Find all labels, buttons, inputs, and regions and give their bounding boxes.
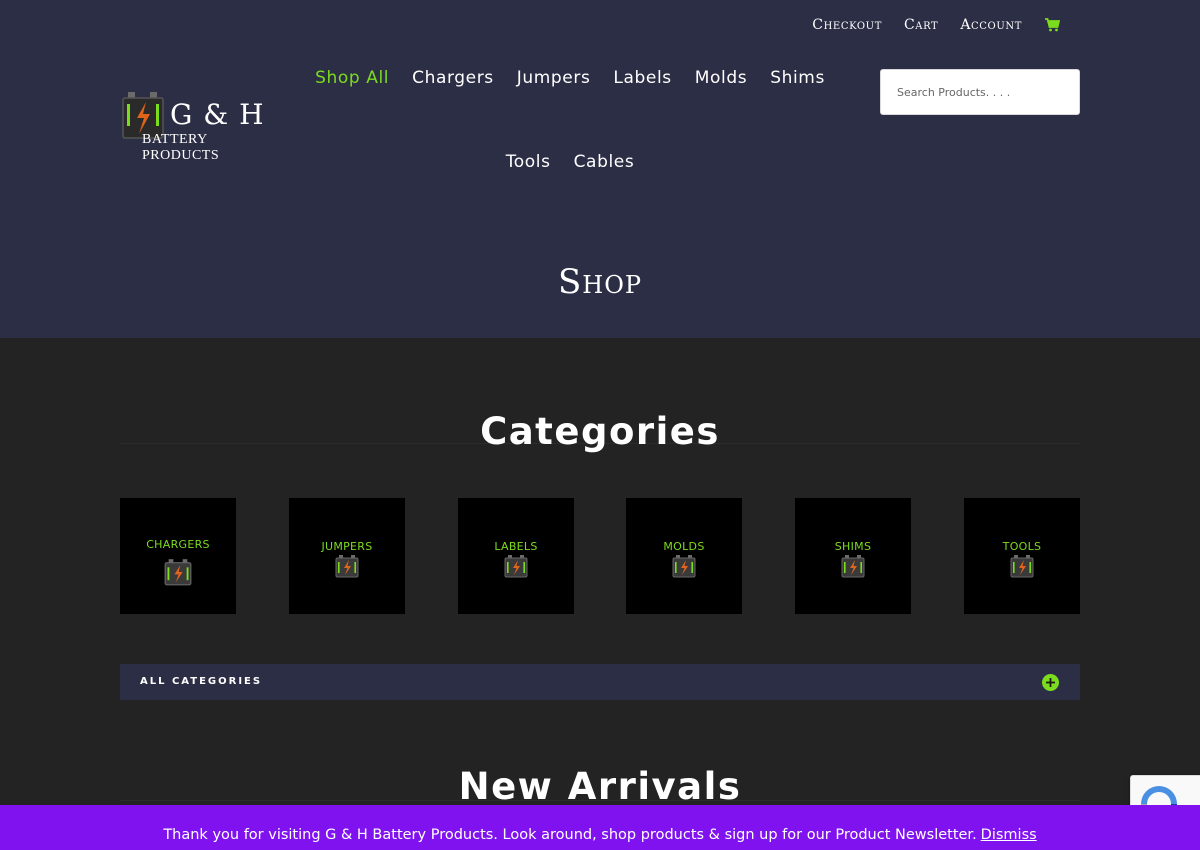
category-tile-jumpers[interactable]: JUMPERS [289,498,405,614]
battery-icon [841,555,865,578]
cart-icon[interactable] [1044,17,1060,33]
nav-cables[interactable]: Cables [574,152,635,172]
nav-shims[interactable]: Shims [770,68,825,88]
logo-title: G & H [170,98,265,131]
nav-chargers[interactable]: Chargers [412,68,494,88]
search-input[interactable] [881,70,1079,114]
category-tile-tools[interactable]: TOOLS [964,498,1080,614]
battery-icon [504,555,528,578]
nav-tools[interactable]: Tools [506,152,551,172]
battery-icon [672,555,696,578]
battery-icon [1010,555,1034,578]
battery-icon [164,559,192,586]
search-box [880,69,1080,115]
checkout-link[interactable]: Checkout [812,17,882,33]
top-links: Checkout Cart Account [812,17,1060,33]
category-tile-molds[interactable]: MOLDS [626,498,742,614]
plus-circle-icon[interactable] [1042,674,1059,691]
site-logo[interactable]: G & H BATTERY PRODUCTS [122,88,282,163]
site-header: Checkout Cart Account G & H BATTERY PROD… [0,0,1200,338]
all-categories-toggle[interactable]: ALL CATEGORIES [120,664,1080,700]
new-arrivals-heading: New Arrivals [458,765,742,808]
logo-subtitle: BATTERY PRODUCTS [142,132,220,163]
category-label: LABELS [494,540,538,553]
battery-icon [335,555,359,578]
banner-message: Thank you for visiting G & H Battery Pro… [163,827,977,843]
nav-shop-all[interactable]: Shop All [315,68,389,88]
nav-labels[interactable]: Labels [613,68,671,88]
nav-molds[interactable]: Molds [695,68,747,88]
category-tile-chargers[interactable]: CHARGERS [120,498,236,614]
category-tile-shims[interactable]: SHIMS [795,498,911,614]
account-link[interactable]: Account [960,17,1022,33]
category-tile-labels[interactable]: LABELS [458,498,574,614]
category-label: MOLDS [663,540,705,553]
all-categories-label: ALL CATEGORIES [140,676,263,687]
category-label: CHARGERS [146,538,210,551]
categories-heading: Categories [480,410,720,453]
category-label: TOOLS [1002,540,1042,553]
page-title: Shop [557,262,643,302]
cart-link[interactable]: Cart [904,17,938,33]
nav-jumpers[interactable]: Jumpers [517,68,591,88]
notice-banner: Thank you for visiting G & H Battery Pro… [0,805,1200,850]
dismiss-link[interactable]: Dismiss [981,827,1037,843]
category-label: SHIMS [834,540,872,553]
category-label: JUMPERS [321,540,373,553]
